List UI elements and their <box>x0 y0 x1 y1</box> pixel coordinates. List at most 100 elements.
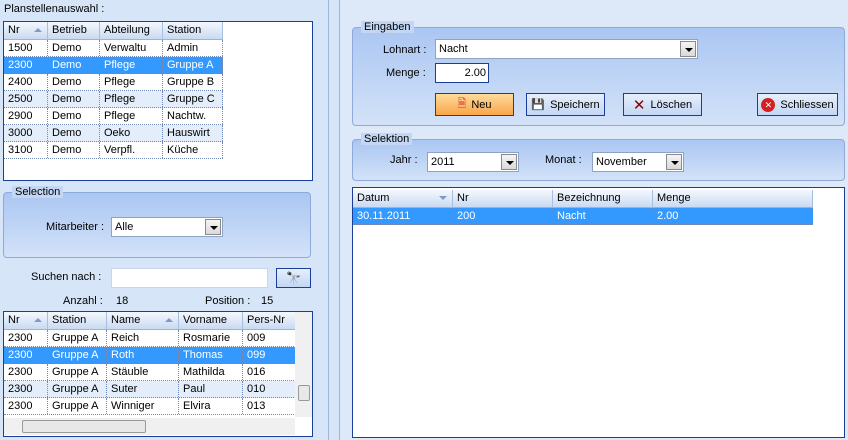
column-header[interactable]: Vorname <box>179 312 243 329</box>
table-cell: 3100 <box>4 142 48 158</box>
chevron-down-icon[interactable] <box>501 154 517 170</box>
column-header[interactable]: Abteilung <box>100 22 163 39</box>
table-cell: Hauswirt <box>163 125 223 141</box>
schliessen-button[interactable]: ✕ Schliessen <box>757 93 838 116</box>
table-row[interactable]: 2900 Demo Pflege Nachtw. <box>4 108 223 125</box>
column-header-label: Station <box>167 24 202 36</box>
column-header[interactable]: Betrieb <box>48 22 100 39</box>
table-row[interactable]: 2300 Gruppe A Reich Rosmarie 009 <box>4 330 296 347</box>
mitarbeiter-label: Mitarbeiter : <box>46 221 105 233</box>
table-cell: Winniger <box>107 398 179 414</box>
table-cell: Pflege <box>100 91 163 107</box>
table-cell: 010 <box>243 381 296 397</box>
table-row[interactable]: 3100 Demo Verpfl. Küche <box>4 142 223 159</box>
table-cell: Admin <box>163 40 223 56</box>
table-cell: Pflege <box>100 108 163 124</box>
vertical-scrollbar[interactable] <box>295 312 312 417</box>
table-row[interactable]: 3000 Demo Oeko Hauswirt <box>4 125 223 142</box>
monat-value: November <box>596 156 647 168</box>
table-cell: Gruppe A <box>48 364 107 380</box>
table-row[interactable]: 2300 Gruppe A Suter Paul 010 <box>4 381 296 398</box>
horizontal-scrollbar[interactable] <box>4 418 295 435</box>
chevron-down-icon[interactable] <box>666 154 682 170</box>
table-cell: Demo <box>48 91 100 107</box>
column-header[interactable]: Nr <box>4 22 48 39</box>
column-header[interactable]: Bezeichnung <box>553 190 653 207</box>
sort-arrow-icon <box>165 318 173 322</box>
table-cell: Oeko <box>100 125 163 141</box>
table-cell: Demo <box>48 74 100 90</box>
table-cell: Demo <box>48 125 100 141</box>
loeschen-button[interactable]: ✕ Löschen <box>623 93 702 116</box>
lohnart-value: Nacht <box>439 43 468 55</box>
table-cell: Mathilda <box>179 364 243 380</box>
buchungen-grid[interactable]: Datum Nr Bezeichnung Menge 30.11.2011 200 Nach… <box>352 187 845 438</box>
lohnart-combo[interactable]: Nacht <box>435 39 698 59</box>
lohnart-label: Lohnart : <box>383 44 427 56</box>
planstellen-title: Planstellenauswahl : <box>4 3 105 15</box>
column-header-label: Pers-Nr <box>247 314 285 326</box>
jahr-combo[interactable]: 2011 <box>427 152 519 172</box>
table-cell: 2500 <box>4 91 48 107</box>
table-cell: Nachtw. <box>163 108 223 124</box>
table-cell: Verwaltu <box>100 40 163 56</box>
table-cell: Gruppe A <box>48 381 107 397</box>
table-cell: Elvira <box>179 398 243 414</box>
anzahl-value: 18 <box>116 295 129 307</box>
table-cell: Gruppe A <box>48 347 107 363</box>
search-button[interactable]: 🔭 <box>276 268 311 288</box>
planstellen-grid[interactable]: Nr Betrieb Abteilung Station 1500 Demo Verwalt… <box>3 21 313 181</box>
menge-input[interactable]: 2.00 <box>435 63 489 83</box>
scroll-thumb[interactable] <box>22 420 146 433</box>
table-cell: Thomas <box>179 347 243 363</box>
chevron-down-icon[interactable] <box>680 41 696 57</box>
mitarbeiter-combo[interactable]: Alle <box>111 217 223 237</box>
chevron-down-icon[interactable] <box>205 219 221 235</box>
table-cell: 200 <box>453 208 553 224</box>
column-header[interactable]: Nr <box>4 312 48 329</box>
table-row[interactable]: 2300 Demo Pflege Gruppe A <box>4 57 223 74</box>
neu-button[interactable]: 🗎 Neu <box>435 93 514 116</box>
monat-combo[interactable]: November <box>592 152 684 172</box>
table-cell: 2300 <box>4 57 48 73</box>
selection-title: Selection <box>12 186 64 198</box>
selection-group: Selection Mitarbeiter : Alle <box>3 186 311 258</box>
table-cell: 013 <box>243 398 296 414</box>
binoculars-icon: 🔭 <box>286 271 301 285</box>
table-row[interactable]: 30.11.2011 200 Nacht 2.00 <box>353 208 813 225</box>
column-header-label: Nr <box>8 24 20 36</box>
new-document-icon: 🗎 <box>457 98 467 110</box>
table-row[interactable]: 2400 Demo Pflege Gruppe B <box>4 74 223 91</box>
scroll-thumb[interactable] <box>298 385 310 401</box>
table-cell: 2300 <box>4 381 48 397</box>
selektion-title: Selektion <box>361 133 413 145</box>
column-header[interactable]: Station <box>163 22 223 39</box>
table-row[interactable]: 1500 Demo Verwaltu Admin <box>4 40 223 57</box>
column-header-label: Nr <box>8 314 20 326</box>
anzahl-label: Anzahl : <box>63 295 103 307</box>
column-header[interactable]: Station <box>48 312 107 329</box>
table-cell: 009 <box>243 330 296 346</box>
search-input[interactable] <box>111 268 268 288</box>
table-cell: Stäuble <box>107 364 179 380</box>
table-cell: Rosmarie <box>179 330 243 346</box>
column-header[interactable]: Datum <box>353 190 453 207</box>
column-header-label: Betrieb <box>52 24 87 36</box>
column-header[interactable]: Pers-Nr <box>243 312 296 329</box>
sort-arrow-icon <box>34 318 42 322</box>
table-row[interactable]: 2500 Demo Pflege Gruppe C <box>4 91 223 108</box>
column-header-label: Nr <box>457 192 469 204</box>
table-cell: 016 <box>243 364 296 380</box>
speichern-button[interactable]: 💾 Speichern <box>526 93 605 116</box>
column-header[interactable]: Nr <box>453 190 553 207</box>
table-row[interactable]: 2300 Gruppe A Roth Thomas 099 <box>4 347 296 364</box>
table-row[interactable]: 2300 Gruppe A Stäuble Mathilda 016 <box>4 364 296 381</box>
table-cell: 1500 <box>4 40 48 56</box>
table-row[interactable]: 2300 Gruppe A Winniger Elvira 013 <box>4 398 296 415</box>
column-header-label: Menge <box>657 192 691 204</box>
splitter[interactable] <box>328 0 340 440</box>
table-cell: 2300 <box>4 364 48 380</box>
column-header[interactable]: Name <box>107 312 179 329</box>
column-header[interactable]: Menge <box>653 190 813 207</box>
table-cell: 2.00 <box>653 208 813 224</box>
